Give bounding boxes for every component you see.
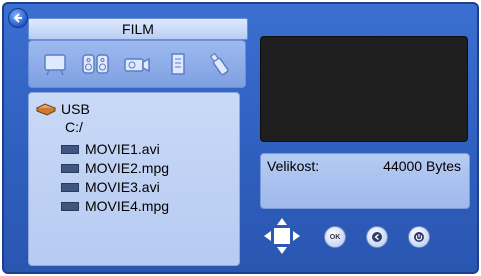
device-label: USB <box>61 101 90 117</box>
file-name: MOVIE3.avi <box>85 179 160 195</box>
file-name: MOVIE1.avi <box>85 141 160 157</box>
ok-label: OK <box>329 233 341 241</box>
video-preview <box>260 36 468 142</box>
camcorder-icon[interactable] <box>122 49 152 79</box>
size-value: 44000 Bytes <box>383 158 461 174</box>
device-usb[interactable]: USB <box>35 101 90 117</box>
list-item[interactable]: MOVIE1.avi <box>61 141 160 157</box>
file-name: MOVIE2.mpg <box>85 160 170 176</box>
speakers-icon[interactable] <box>81 49 111 79</box>
back-arrow-icon[interactable] <box>8 8 28 28</box>
app-window: FILM USB C:/ MOVIE1.avi MOVIE2.mpg MOVIE… <box>2 2 479 274</box>
category-bar <box>28 40 246 88</box>
current-path: C:/ <box>65 119 83 135</box>
back-button[interactable] <box>366 226 388 248</box>
file-name: MOVIE4.mpg <box>85 198 170 214</box>
list-item[interactable]: MOVIE2.mpg <box>61 160 169 176</box>
back-arrow-glyph <box>13 13 22 23</box>
file-icon <box>61 163 79 173</box>
power-button[interactable] <box>408 226 430 248</box>
power-icon <box>414 232 424 242</box>
photo-frame-icon[interactable] <box>40 49 70 79</box>
file-icon <box>61 144 79 154</box>
document-icon[interactable] <box>163 49 193 79</box>
page-title-text: FILM <box>122 21 154 37</box>
path-label: C:/ <box>65 119 83 135</box>
ok-button[interactable]: OK <box>324 226 346 248</box>
dpad-icon[interactable] <box>262 216 302 256</box>
back-icon <box>372 232 382 242</box>
file-info: Velikost: 44000 Bytes <box>260 153 470 209</box>
control-bar: OK <box>262 216 452 256</box>
list-item[interactable]: MOVIE4.mpg <box>61 198 169 214</box>
file-icon <box>61 182 79 192</box>
size-label: Velikost: <box>267 158 320 174</box>
file-icon <box>61 201 79 211</box>
usb-stick-icon[interactable] <box>204 49 234 79</box>
drive-icon <box>35 103 57 116</box>
file-browser: USB C:/ MOVIE1.avi MOVIE2.mpg MOVIE3.avi… <box>28 92 240 266</box>
list-item[interactable]: MOVIE3.avi <box>61 179 160 195</box>
page-title: FILM <box>28 18 248 40</box>
